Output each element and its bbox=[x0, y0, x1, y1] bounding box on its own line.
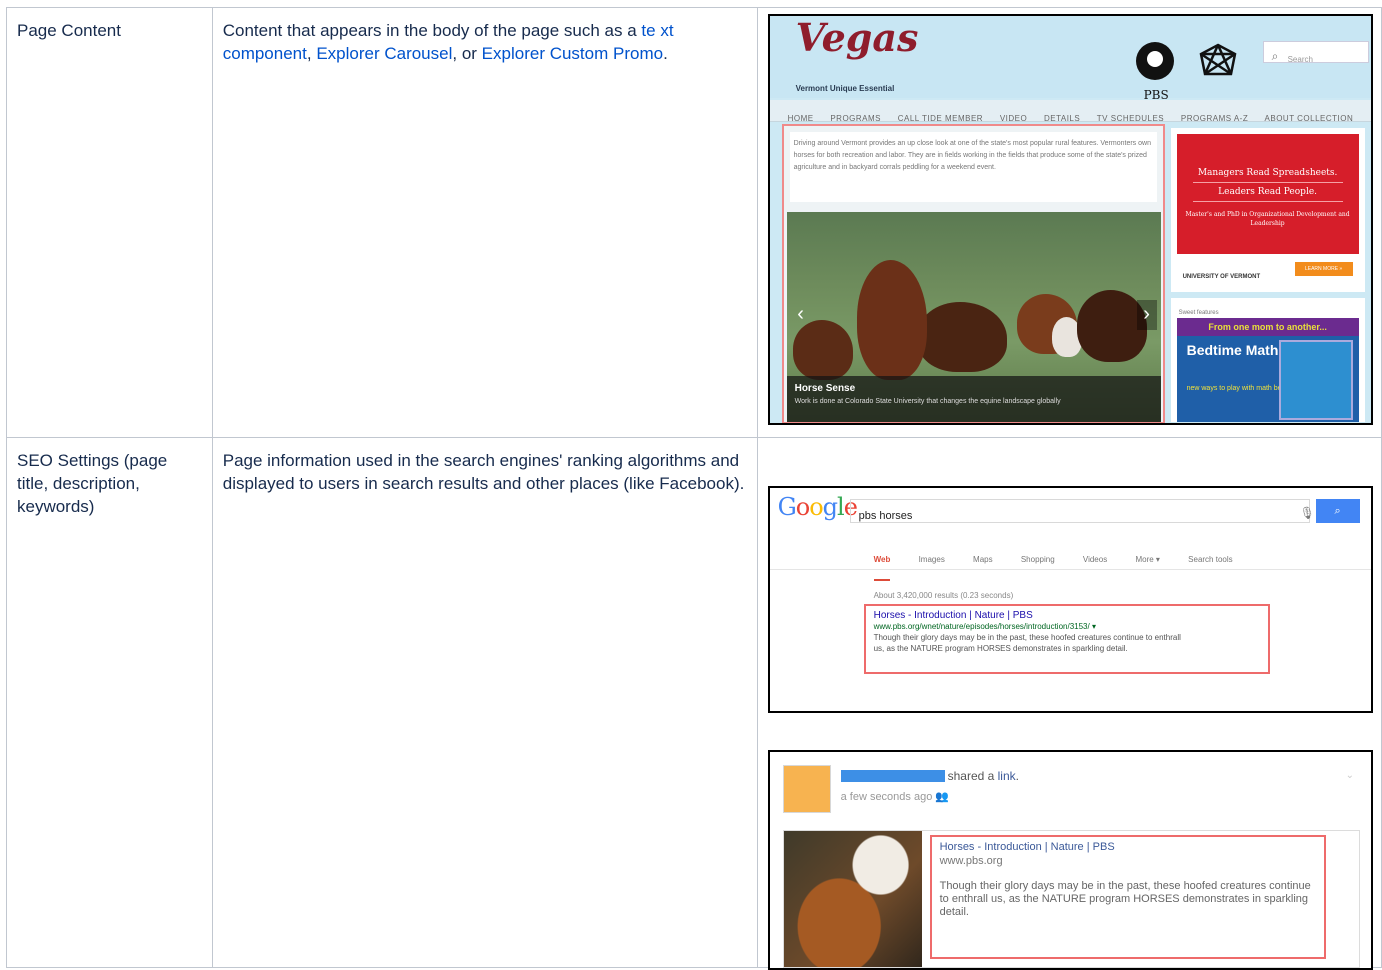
explorer-carousel-link[interactable]: Explorer Carousel bbox=[316, 44, 452, 63]
page-content-highlight: Driving around Vermont provides an up cl… bbox=[781, 124, 1165, 423]
row-example: Google pbs horses 🎙 ⌕ Web Images Maps Sh… bbox=[756, 437, 1382, 970]
table-row: SEO Settings (page title, description, k… bbox=[6, 437, 1382, 970]
google-logo: Google bbox=[777, 493, 858, 521]
separator: , bbox=[306, 44, 317, 63]
nav-item[interactable]: PROGRAMS bbox=[830, 114, 881, 123]
result-url: www.pbs.org/wnet/nature/episodes/horses/… bbox=[873, 622, 1096, 631]
row-example: Vegas Vermont Unique Essential PBS Searc… bbox=[756, 7, 1382, 438]
text-component: Driving around Vermont provides an up cl… bbox=[789, 132, 1157, 202]
timestamp-text: a few seconds ago bbox=[840, 791, 933, 803]
search-icon[interactable]: ⌕ bbox=[1315, 499, 1360, 523]
tab-web[interactable]: Web bbox=[873, 548, 891, 581]
result-snippet: Though their glory days may be in the pa… bbox=[873, 633, 1181, 642]
tab-images[interactable]: Images bbox=[919, 548, 945, 571]
redacted-user-name bbox=[840, 770, 945, 782]
site-tagline: Vermont Unique Essential bbox=[795, 84, 895, 93]
feature-band: From one mom to another... bbox=[1176, 318, 1359, 336]
book-cover-image bbox=[1278, 340, 1353, 420]
google-search-input[interactable]: pbs horses bbox=[849, 499, 1310, 523]
explorer-custom-promo-link[interactable]: Explorer Custom Promo bbox=[482, 44, 663, 63]
row-label-text: SEO Settings (page title, description, k… bbox=[17, 451, 168, 516]
link-url: www.pbs.org bbox=[939, 855, 1003, 867]
description-end: . bbox=[663, 44, 668, 63]
promo-button[interactable]: LEARN MORE » bbox=[1294, 262, 1353, 276]
content-table: Page Content Content that appears in the… bbox=[6, 7, 1382, 970]
nav-item[interactable]: PROGRAMS A-Z bbox=[1181, 114, 1248, 123]
nav-item[interactable]: CALL TIDE MEMBER bbox=[898, 114, 983, 123]
friends-icon: 👥 bbox=[935, 791, 950, 803]
carousel-title: Horse Sense bbox=[794, 383, 856, 394]
tab-search-tools[interactable]: Search tools bbox=[1188, 548, 1232, 571]
post-timestamp: a few seconds ago 👥 bbox=[841, 786, 950, 809]
promo-line: Leaders Read People. bbox=[1192, 182, 1343, 202]
tab-maps[interactable]: Maps bbox=[973, 548, 993, 571]
feature-title: Bedtime Math bbox=[1186, 342, 1279, 358]
promo-line: Master's and PhD in Organizational Devel… bbox=[1185, 211, 1350, 227]
avatar bbox=[782, 765, 831, 813]
website-screenshot: Vegas Vermont Unique Essential PBS Searc… bbox=[767, 14, 1373, 425]
promo-banner: Managers Read Spreadsheets. Leaders Read… bbox=[1176, 134, 1359, 254]
microphone-icon[interactable]: 🎙 bbox=[1300, 502, 1315, 525]
row-description: Page information used in the search engi… bbox=[211, 437, 758, 968]
nav-item[interactable]: HOME bbox=[788, 114, 814, 123]
row-description: Content that appears in the body of the … bbox=[211, 7, 758, 438]
promo-sponsor: UNIVERSITY OF VERMONT bbox=[1182, 274, 1261, 280]
carousel-text: Work is done at Colorado State Universit… bbox=[794, 398, 1061, 405]
explorer-custom-promo[interactable]: Managers Read Spreadsheets. Leaders Read… bbox=[1170, 128, 1365, 292]
row-label: Page Content bbox=[6, 7, 213, 438]
chevron-down-icon[interactable]: ⌄ bbox=[1346, 764, 1354, 787]
facebook-share-screenshot: shared a link. a few seconds ago 👥 ⌄ Hor… bbox=[767, 750, 1373, 970]
link-description: Though their glory days may be in the pa… bbox=[939, 880, 1311, 918]
site-nav: HOME PROGRAMS CALL TIDE MEMBER VIDEO DET… bbox=[769, 100, 1371, 123]
search-result-highlight: Horses - Introduction | Nature | PBS www… bbox=[863, 604, 1270, 674]
link-title[interactable]: Horses - Introduction | Nature | PBS bbox=[940, 840, 1316, 854]
site-sidebar: Managers Read Spreadsheets. Leaders Read… bbox=[1166, 124, 1368, 423]
tab-more[interactable]: More ▾ bbox=[1135, 548, 1159, 571]
horse-image bbox=[916, 302, 1007, 372]
table-row: Page Content Content that appears in the… bbox=[6, 7, 1382, 438]
nav-item[interactable]: TV SCHEDULES bbox=[1097, 114, 1164, 123]
site-search-input[interactable]: Search bbox=[1262, 41, 1369, 68]
result-title-link[interactable]: Horses - Introduction | Nature | PBS bbox=[874, 610, 1260, 621]
result-snippet: us, as the NATURE program HORSES demonst… bbox=[873, 644, 1128, 653]
horse-thumbnail-image bbox=[783, 831, 922, 967]
tab-videos[interactable]: Videos bbox=[1083, 548, 1107, 571]
link-preview-card[interactable]: Horses - Introduction | Nature | PBS www… bbox=[782, 830, 1360, 968]
horse-image bbox=[856, 260, 927, 380]
nav-item[interactable]: VIDEO bbox=[1000, 114, 1027, 123]
google-tabs: Web Images Maps Shopping Videos More ▾ S… bbox=[769, 540, 1371, 581]
row-label-text: Page Content bbox=[17, 21, 121, 40]
explorer-carousel: ‹ › Horse Sense Work is done at Colorado… bbox=[786, 212, 1161, 422]
share-action: shared a link. bbox=[948, 765, 1019, 788]
separator: , or bbox=[452, 44, 482, 63]
action-end: . bbox=[1015, 769, 1019, 783]
network-hub-icon bbox=[1199, 43, 1237, 76]
tab-shopping[interactable]: Shopping bbox=[1021, 548, 1055, 571]
site-logo: Vegas bbox=[795, 15, 919, 60]
link-word[interactable]: link bbox=[998, 769, 1016, 783]
pbs-logo-icon bbox=[1135, 42, 1174, 80]
description-text: Page information used in the search engi… bbox=[222, 451, 745, 493]
google-results-screenshot: Google pbs horses 🎙 ⌕ Web Images Maps Sh… bbox=[767, 486, 1373, 713]
nav-item[interactable]: DETAILS bbox=[1044, 114, 1080, 123]
carousel-prev-icon[interactable]: ‹ bbox=[791, 300, 811, 330]
link-preview-highlight: Horses - Introduction | Nature | PBS www… bbox=[929, 835, 1326, 959]
promo-line: Managers Read Spreadsheets. bbox=[1197, 168, 1338, 178]
site-header: Vegas Vermont Unique Essential PBS Searc… bbox=[769, 15, 1371, 102]
description-text: Content that appears in the body of the … bbox=[222, 21, 642, 40]
row-label: SEO Settings (page title, description, k… bbox=[6, 437, 213, 968]
sidebar-feature[interactable]: Sweet features From one mom to another..… bbox=[1170, 298, 1365, 422]
carousel-next-icon[interactable]: › bbox=[1136, 300, 1157, 330]
carousel-caption: Horse Sense Work is done at Colorado Sta… bbox=[786, 376, 1161, 422]
nav-item[interactable]: ABOUT COLLECTION bbox=[1265, 114, 1354, 123]
action-text: shared a bbox=[947, 769, 998, 783]
feature-image: From one mom to another... Bedtime Math … bbox=[1176, 318, 1359, 422]
